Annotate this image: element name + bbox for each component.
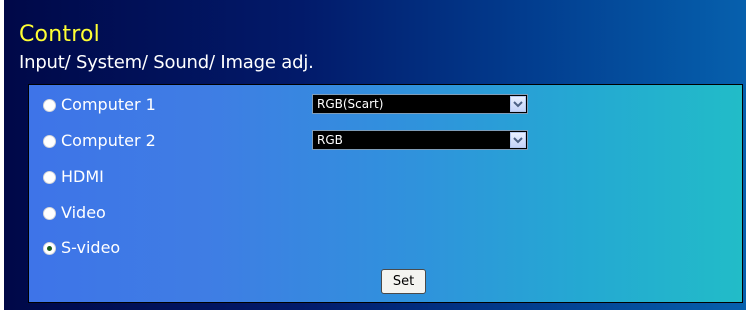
chevron-down-icon[interactable] (510, 96, 526, 112)
radio-computer-2[interactable] (43, 134, 56, 148)
input-label-computer-2: Computer 2 (61, 131, 156, 150)
input-option-computer-1[interactable]: Computer 1 (43, 94, 156, 116)
page-title: Control (19, 22, 100, 47)
radio-hdmi[interactable] (43, 170, 56, 184)
computer-2-signal-select[interactable]: RGB (312, 130, 528, 150)
radio-video[interactable] (43, 206, 56, 220)
control-panel: Control Input/ System/ Sound/ Image adj.… (4, 0, 746, 310)
chevron-down-icon[interactable] (510, 132, 526, 148)
input-option-s-video[interactable]: S-video (43, 237, 120, 259)
input-selection-form: Computer 1 RGB(Scart) Computer 2 RGB HDM… (28, 84, 743, 303)
input-option-video[interactable]: Video (43, 202, 106, 224)
input-label-hdmi: HDMI (61, 167, 104, 186)
radio-s-video[interactable] (43, 241, 56, 255)
input-label-s-video: S-video (61, 238, 121, 257)
computer-1-signal-value: RGB(Scart) (317, 97, 384, 111)
input-label-computer-1: Computer 1 (61, 95, 156, 114)
page-subtitle: Input/ System/ Sound/ Image adj. (19, 52, 314, 73)
input-option-hdmi[interactable]: HDMI (43, 166, 104, 188)
set-button[interactable]: Set (381, 269, 426, 294)
input-option-computer-2[interactable]: Computer 2 (43, 130, 156, 152)
radio-computer-1[interactable] (43, 98, 56, 112)
computer-2-signal-value: RGB (317, 133, 343, 147)
computer-1-signal-select[interactable]: RGB(Scart) (312, 94, 528, 114)
input-label-video: Video (61, 203, 106, 222)
